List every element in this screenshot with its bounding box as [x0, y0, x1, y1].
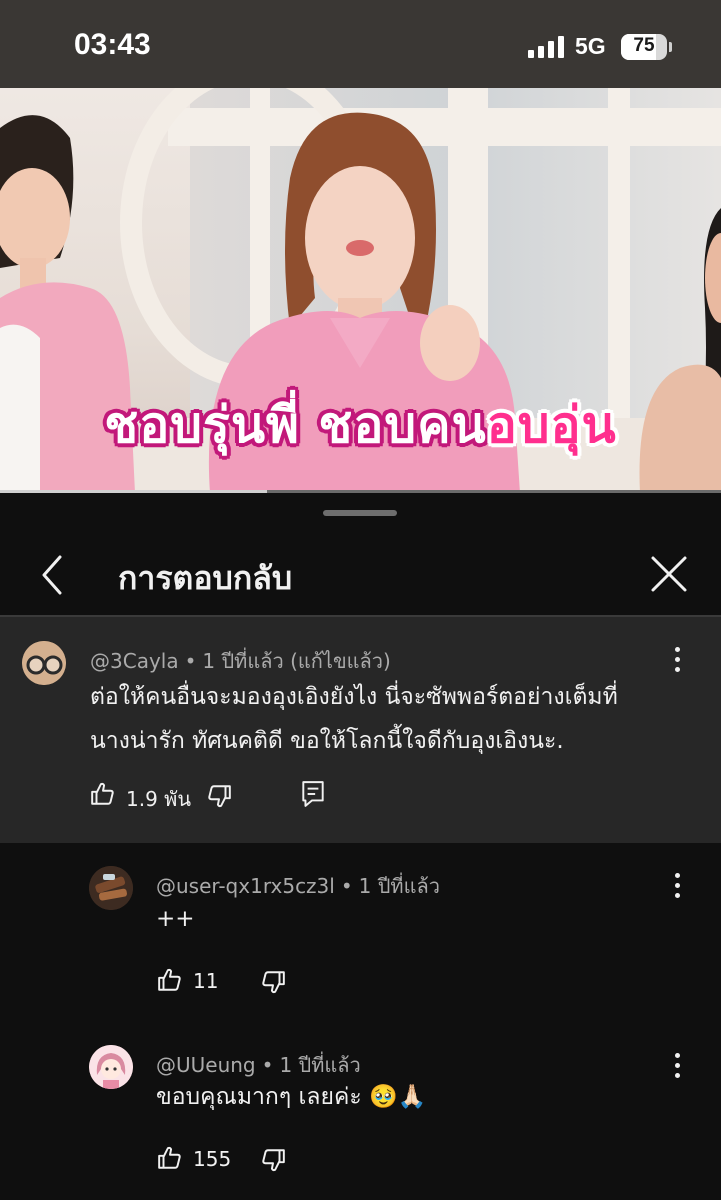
thumbs-down-icon: [262, 971, 285, 994]
comment-author[interactable]: @3Cayla: [90, 649, 179, 673]
battery-level: 75: [633, 35, 655, 56]
parent-comment: @3Cayla • 1 ปีที่แล้ว (แก้ไขแล้ว) ต่อให้คน…: [0, 617, 721, 843]
thumbs-up-icon: [91, 782, 114, 805]
avatar[interactable]: [89, 1045, 133, 1089]
battery-icon: 75: [621, 34, 667, 60]
thumbs-down-icon: [208, 785, 231, 808]
meta-separator: •: [340, 874, 353, 898]
reply-item: @UUeung • 1 ปีที่แล้ว ขอบคุณมากๆ เลยค่ะ 🥹🙏…: [0, 1023, 721, 1200]
video-player[interactable]: ชอบรุ่นพี่ ชอบคนอบอุ่น: [0, 88, 721, 493]
like-button[interactable]: [90, 777, 120, 811]
avatar[interactable]: [22, 641, 66, 685]
comment-time: 1 ปีที่แล้ว: [279, 1053, 361, 1077]
like-count: 1.9 พัน: [126, 787, 192, 811]
replies-panel: การตอบกลับ @3Cayla • 1 ปีที่แล้ว (แก้ไขแล้…: [0, 493, 721, 1200]
caption-part-1: ชอบรุ่นพี่ ชอบคน: [104, 396, 487, 454]
like-button[interactable]: [157, 963, 187, 997]
comment-time: 1 ปีที่แล้ว: [202, 649, 284, 673]
panel-header: การตอบกลับ: [0, 533, 721, 615]
comment-author[interactable]: @user-qx1rx5cz3l: [156, 874, 335, 898]
thumbs-up-icon: [158, 1146, 181, 1169]
video-caption: ชอบรุ่นพี่ ชอบคนอบอุ่น: [0, 386, 721, 465]
comment-text: ++: [156, 906, 195, 932]
reply-comment-icon: [302, 781, 324, 807]
reply-item: @user-qx1rx5cz3l • 1 ปีที่แล้ว ++ 11: [0, 843, 721, 1023]
caption-part-2: อบอุ่น: [486, 396, 617, 454]
reply-button[interactable]: [300, 777, 330, 811]
chevron-left-icon: [42, 555, 62, 595]
like-count: 155: [193, 1147, 232, 1171]
avatar[interactable]: [89, 866, 133, 910]
dislike-button[interactable]: [260, 963, 290, 997]
more-options-button[interactable]: [665, 643, 689, 677]
comment-meta: @3Cayla • 1 ปีที่แล้ว (แก้ไขแล้ว): [90, 645, 391, 677]
like-count: 11: [193, 969, 219, 993]
comment-text: ขอบคุณมากๆ เลยค่ะ 🥹🙏🏻: [156, 1084, 427, 1110]
like-button[interactable]: [157, 1141, 187, 1175]
drag-handle[interactable]: [323, 510, 397, 516]
network-type: 5G: [575, 33, 606, 59]
avatar-glasses-icon: [22, 641, 66, 685]
close-icon: [651, 556, 687, 592]
dislike-button[interactable]: [206, 777, 236, 811]
comment-meta: @user-qx1rx5cz3l • 1 ปีที่แล้ว: [156, 870, 440, 902]
more-options-button[interactable]: [665, 869, 689, 903]
status-time: 03:43: [74, 28, 151, 61]
comment-edited: (แก้ไขแล้ว): [290, 649, 391, 673]
more-options-button[interactable]: [665, 1049, 689, 1083]
meta-separator: •: [184, 649, 197, 673]
avatar-cartoon-icon: [89, 1045, 133, 1089]
comment-text-line-2: นางน่ารัก ทัศนคติดี ขอให้โลกนี้ใจดีกับอุ…: [90, 728, 564, 754]
status-bar: 03:43 5G 75: [0, 0, 721, 88]
comment-author[interactable]: @UUeung: [156, 1053, 256, 1077]
panel-title: การตอบกลับ: [118, 559, 293, 597]
dislike-button[interactable]: [260, 1141, 290, 1175]
thumbs-up-icon: [158, 968, 181, 991]
avatar-food-icon: [89, 866, 133, 910]
close-button[interactable]: [648, 553, 690, 595]
comment-text-line-1: ต่อให้คนอื่นจะมองอุงเอิงยังไง นี่จะซัพพอ…: [90, 684, 618, 710]
comment-time: 1 ปีที่แล้ว: [358, 874, 440, 898]
battery-tip: [669, 42, 672, 52]
thumbs-down-icon: [262, 1149, 285, 1172]
back-button[interactable]: [36, 555, 72, 595]
signal-strength-icon: [528, 36, 564, 58]
meta-separator: •: [261, 1053, 274, 1077]
comment-text: ต่อให้คนอื่นจะมองอุงเอิงยังไง นี่จะซัพพอ…: [90, 675, 618, 763]
